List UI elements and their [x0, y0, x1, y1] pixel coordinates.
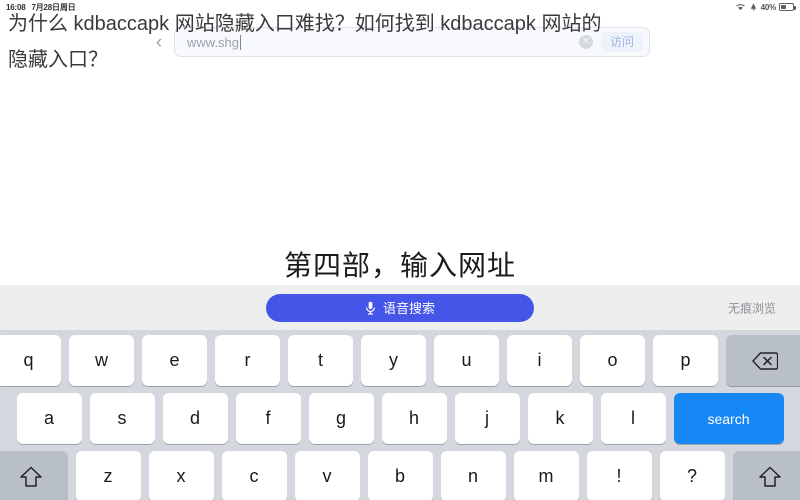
key-j-label: j [485, 408, 489, 428]
key-t-label: t [317, 350, 323, 370]
key-l[interactable]: l [600, 393, 666, 444]
key-k-label: k [555, 408, 565, 428]
backspace-icon [752, 351, 778, 371]
key-question[interactable]: ? [659, 451, 725, 500]
page-title: 为什么 kdbaccapk 网站隐藏入口难找？如何找到 kdbaccapk 网站… [8, 6, 792, 78]
microphone-icon [365, 301, 376, 315]
shift-arrow-icon [19, 466, 43, 488]
key-z-label: z [103, 466, 113, 486]
key-question-label: ? [686, 466, 697, 486]
key-m-label: m [538, 466, 554, 486]
key-g-label: g [335, 408, 346, 428]
key-q-label: q [23, 350, 34, 370]
key-x-label: x [176, 466, 186, 486]
key-c[interactable]: c [221, 451, 287, 500]
key-v[interactable]: v [294, 451, 360, 500]
key-e[interactable]: e [142, 335, 207, 386]
key-w[interactable]: w [69, 335, 134, 386]
key-a-label: a [43, 408, 54, 428]
key-f-label: f [265, 408, 271, 428]
voice-search-label: 语音搜索 [382, 301, 435, 316]
key-w-label: w [95, 350, 108, 370]
key-p-label: p [680, 350, 691, 370]
key-search[interactable]: search [673, 393, 784, 444]
key-b-label: b [394, 466, 405, 486]
key-i-label: i [537, 350, 542, 370]
voice-search-button[interactable]: 语音搜索 [266, 293, 534, 322]
key-l-label: l [631, 408, 635, 428]
keyboard-row-1: qwertyuiop [0, 335, 800, 386]
key-o-label: o [607, 350, 618, 370]
screenshot-root: 16:08 7月28日周日 40% ‹ www.shg ✕ 访问 为什么 kdb… [0, 0, 800, 500]
key-d-label: d [189, 408, 200, 428]
step-heading: 第四部，输入网址 [283, 249, 516, 282]
key-o[interactable]: o [580, 335, 645, 386]
key-h-label: h [408, 408, 419, 428]
key-i[interactable]: i [507, 335, 572, 386]
key-e-label: e [169, 350, 180, 370]
key-c-label: c [249, 466, 259, 486]
key-b[interactable]: b [367, 451, 433, 500]
keyboard-row-2: a s d f g h j k l search [0, 393, 800, 444]
key-f[interactable]: f [235, 393, 301, 444]
virtual-keyboard: q w e r t y u i o p a s d f g h j k l search z x c v b n m!? [0, 330, 800, 500]
key-u-label: u [461, 350, 472, 370]
key-n-label: n [467, 466, 478, 486]
key-y[interactable]: y [361, 335, 426, 386]
key-search-label: search [707, 410, 750, 427]
keyboard-row-3: z x c v b n m!? [0, 451, 800, 500]
key-s[interactable]: s [89, 393, 155, 444]
key-m[interactable]: m [513, 451, 579, 500]
key-a[interactable]: a [16, 393, 82, 444]
key-shift-right[interactable] [732, 451, 800, 500]
key-v-label: v [322, 466, 332, 486]
key-j[interactable]: j [454, 393, 520, 444]
key-z[interactable]: z [75, 451, 141, 500]
key-backspace[interactable] [726, 335, 800, 386]
key-n[interactable]: n [440, 451, 506, 500]
key-x[interactable]: x [148, 451, 214, 500]
key-g[interactable]: g [308, 393, 374, 444]
key-s-label: s [117, 408, 127, 428]
incognito-button[interactable]: 无痕浏览 [728, 299, 776, 316]
page-title-line2: 隐藏入口？ [8, 49, 108, 71]
key-r[interactable]: r [215, 335, 280, 386]
key-exclamation-label: ! [616, 466, 622, 486]
key-p[interactable]: p [653, 335, 718, 386]
key-h[interactable]: h [381, 393, 447, 444]
key-u[interactable]: u [434, 335, 499, 386]
shift-arrow-icon [758, 466, 782, 488]
key-k[interactable]: k [527, 393, 593, 444]
key-q[interactable]: q [0, 335, 61, 386]
key-t[interactable]: t [288, 335, 353, 386]
key-d[interactable]: d [162, 393, 228, 444]
key-y-label: y [389, 350, 398, 370]
key-shift-left[interactable] [0, 451, 68, 500]
key-r-label: r [244, 350, 251, 370]
page-title-line1: 为什么 kdbaccapk 网站隐藏入口难找？如何找到 kdbaccapk 网站… [8, 13, 602, 35]
voice-search-row: 语音搜索 无痕浏览 [0, 285, 800, 330]
keyboard-panel: 语音搜索 无痕浏览 q w e r t y u i o p a s d f g h j k l search z x c… [0, 285, 800, 500]
key-exclamation[interactable]: ! [586, 451, 652, 500]
